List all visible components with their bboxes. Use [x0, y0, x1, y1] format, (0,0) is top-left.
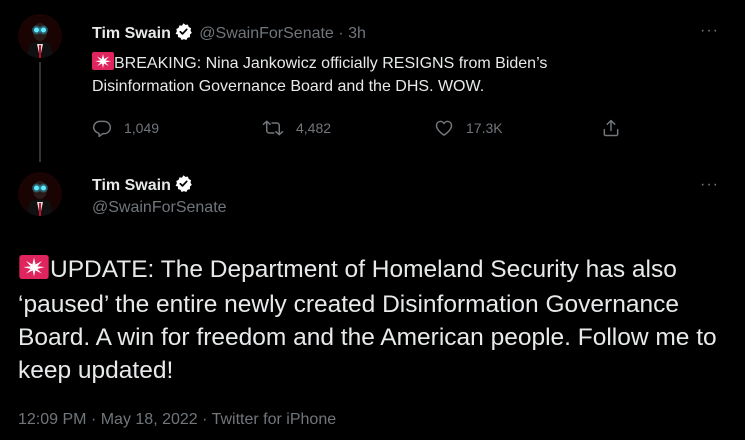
share-button[interactable] [601, 118, 633, 138]
reply-icon [92, 120, 112, 138]
like-icon [435, 120, 453, 136]
retweet-button[interactable]: 4,482 [262, 118, 331, 138]
avatar[interactable] [18, 14, 62, 58]
siren-icon [92, 52, 114, 76]
more-icon[interactable]: ··· [700, 176, 719, 194]
tweet-date[interactable]: May 18, 2022 [101, 411, 198, 428]
author-handle[interactable]: @SwainForSenate [199, 25, 334, 42]
more-icon[interactable]: ··· [700, 22, 719, 40]
tweet-source[interactable]: Twitter for iPhone [212, 411, 337, 428]
verified-badge-icon [174, 174, 193, 193]
retweet-count: 4,482 [296, 120, 332, 136]
reply-count: 1,049 [124, 120, 160, 136]
tweet-text: UPDATE: The Department of Homeland Secur… [18, 253, 718, 387]
tweet-time[interactable]: 3h [348, 25, 366, 42]
tweet-time[interactable]: 12:09 PM [18, 411, 86, 428]
thread-connector-line [39, 62, 41, 162]
tweet-body: BREAKING: Nina Jankowicz officially RESI… [92, 55, 548, 95]
tweet-metadata: 12:09 PM · May 18, 2022 · Twitter for iP… [18, 411, 336, 429]
reply-button[interactable]: 1,049 [92, 118, 159, 138]
siren-icon [18, 255, 50, 288]
meta-separator: · [90, 411, 97, 428]
author-name[interactable]: Tim Swain [92, 25, 171, 42]
tweet-body: UPDATE: The Department of Homeland Secur… [18, 256, 717, 384]
verified-badge-icon [174, 22, 193, 41]
meta-separator: · [202, 411, 208, 428]
avatar[interactable] [18, 172, 62, 216]
author-name[interactable]: Tim Swain [92, 177, 171, 194]
author-handle[interactable]: @SwainForSenate [92, 199, 227, 217]
like-count: 17.3K [466, 120, 503, 136]
share-icon [603, 119, 619, 137]
tweet-header: Tim Swain [92, 174, 193, 195]
retweet-icon [262, 120, 284, 136]
like-button[interactable]: 17.3K [434, 118, 503, 138]
tweet-header: Tim Swain @SwainForSenate · 3h [92, 22, 366, 43]
header-separator: · [338, 25, 344, 42]
tweet-text: BREAKING: Nina Jankowicz officially RESI… [92, 52, 652, 97]
